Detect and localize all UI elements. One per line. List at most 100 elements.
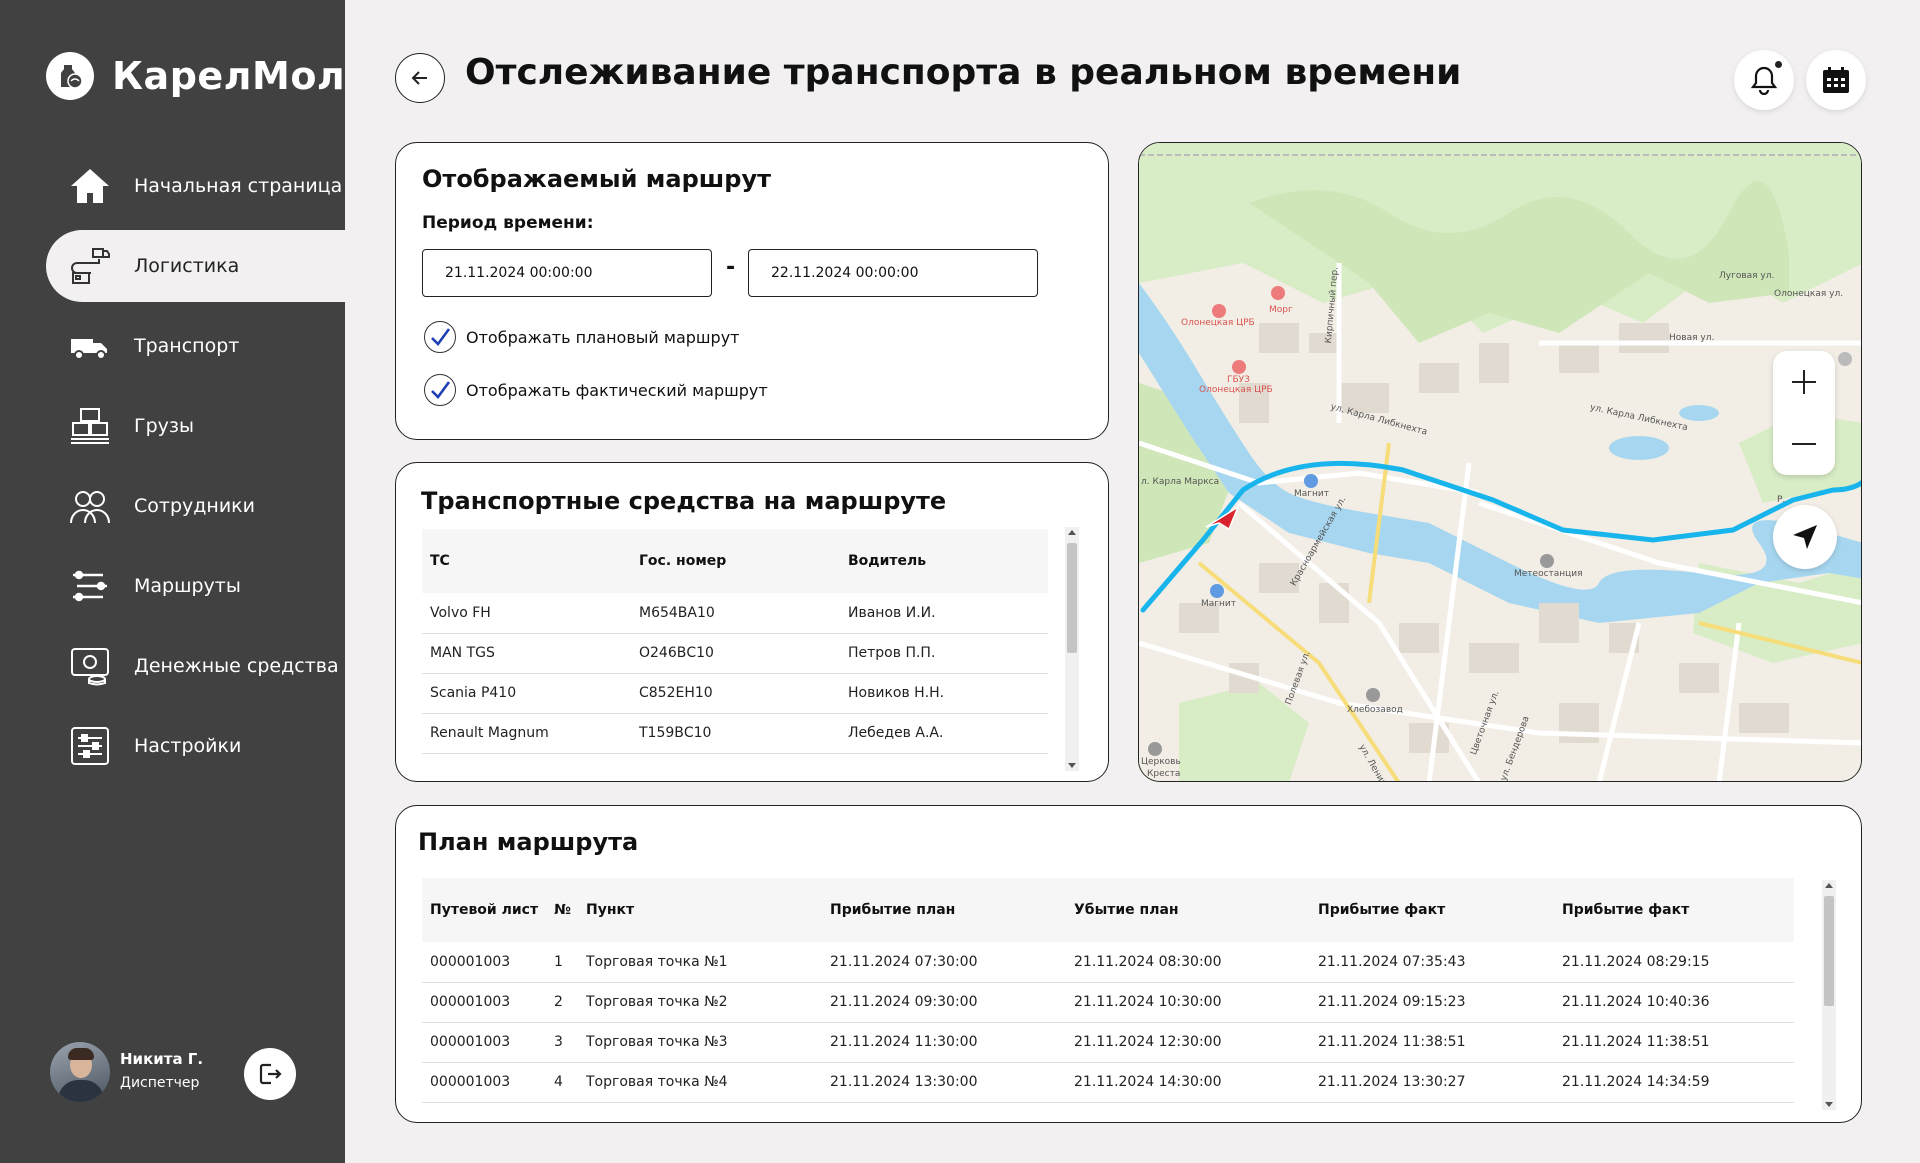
table-cell: 21.11.2024 14:34:59 [1554, 1062, 1794, 1103]
sidebar-item-logistics[interactable]: Логистика [46, 230, 345, 302]
scrollbar-thumb[interactable] [1824, 896, 1834, 1006]
logout-button[interactable] [244, 1048, 296, 1100]
table-cell: 000001003 [422, 1022, 546, 1063]
app-logo[interactable]: КарелМол [46, 52, 345, 100]
money-icon [68, 644, 112, 688]
date-from-input[interactable]: 21.11.2024 00:00:00 [422, 249, 712, 297]
employees-icon [68, 484, 112, 528]
route-card-title: Отображаемый маршрут [422, 165, 771, 193]
scroll-up-icon[interactable] [1068, 530, 1076, 535]
cargo-icon [68, 404, 112, 448]
table-cell: 21.11.2024 10:30:00 [1066, 982, 1310, 1023]
zoom-in-button[interactable] [1773, 351, 1835, 413]
table-cell: Торговая точка №1 [578, 942, 822, 983]
calendar-button[interactable] [1806, 50, 1866, 110]
plan-scrollbar[interactable] [1822, 880, 1836, 1110]
checkmark-icon [431, 381, 451, 399]
bell-icon [1750, 66, 1778, 95]
sidebar-item-label: Грузы [134, 415, 194, 437]
scroll-up-icon[interactable] [1825, 883, 1833, 888]
map-label: Креста [1147, 769, 1181, 779]
sidebar-item-label: Маршруты [134, 575, 241, 597]
sidebar-item-transport[interactable]: Транспорт [46, 310, 345, 382]
vehicles-scrollbar[interactable] [1065, 527, 1079, 771]
column-header[interactable]: Путевой лист [422, 878, 546, 942]
column-header[interactable]: № [546, 878, 578, 942]
table-cell: 4 [546, 1062, 578, 1103]
table-cell: 2 [546, 982, 578, 1023]
user-name: Никита Г. [120, 1050, 204, 1068]
table-cell: 21.11.2024 07:30:00 [822, 942, 1066, 983]
sidebar-item-home[interactable]: Начальная страница [46, 150, 345, 222]
app-name: КарелМол [112, 54, 346, 98]
checkbox[interactable] [424, 374, 456, 406]
truck-icon [68, 324, 112, 368]
user-profile[interactable]: Никита Г. Диспетчер [50, 1040, 330, 1102]
calendar-icon [1823, 67, 1849, 93]
table-cell: 21.11.2024 08:29:15 [1554, 942, 1794, 983]
table-cell: 21.11.2024 10:40:36 [1554, 982, 1794, 1023]
sidebar: КарелМол Начальная страница Логистика Тр… [0, 0, 345, 1163]
map-label: Новая ул. [1669, 333, 1715, 343]
period-label: Период времени: [422, 213, 594, 233]
show-actual-route-checkbox[interactable]: Отображать фактический маршрут [424, 374, 768, 406]
milk-logo-icon [46, 52, 94, 100]
column-header[interactable]: Прибытие план [822, 878, 1066, 942]
table-cell: Renault Magnum [422, 713, 631, 754]
sidebar-item-employees[interactable]: Сотрудники [46, 470, 345, 542]
scroll-down-icon[interactable] [1825, 1102, 1833, 1107]
zoom-out-button[interactable] [1773, 413, 1835, 475]
column-header[interactable]: Прибытие факт [1554, 878, 1794, 942]
table-cell: 21.11.2024 13:30:27 [1310, 1062, 1554, 1103]
table-cell: Торговая точка №2 [578, 982, 822, 1023]
table-row[interactable]: Scania P410 С852ЕН10 Новиков Н.Н. [422, 673, 1048, 714]
column-header[interactable]: Гос. номер [631, 529, 840, 593]
column-header[interactable]: ТС [422, 529, 631, 593]
table-cell: Иванов И.И. [840, 593, 1048, 634]
table-row[interactable]: Renault Magnum Т159ВС10 Лебедев А.А. [422, 713, 1048, 754]
sidebar-item-cargo[interactable]: Грузы [46, 390, 345, 462]
vehicle-marker-icon[interactable] [1205, 505, 1240, 531]
sidebar-item-label: Начальная страница [134, 175, 343, 197]
table-cell: Т159ВС10 [631, 713, 840, 754]
show-planned-route-checkbox[interactable]: Отображать плановый маршрут [424, 321, 740, 353]
table-row[interactable]: 000001003 3 Торговая точка №3 21.11.2024… [422, 1022, 1794, 1063]
tracking-map[interactable]: Олонецкая ЦРБ Морг ГБУЗ Олонецкая ЦРБ Ки… [1138, 142, 1862, 782]
scroll-down-icon[interactable] [1068, 763, 1076, 768]
table-row[interactable]: 000001003 2 Торговая точка №2 21.11.2024… [422, 982, 1794, 1023]
vehicles-table: ТС Гос. номер Водитель Volvo FH М654ВА10… [422, 529, 1048, 765]
routes-icon [68, 564, 112, 608]
map-label: Олонецкая ЦРБ [1181, 318, 1255, 328]
notification-dot [1775, 61, 1782, 68]
minus-icon [1792, 443, 1816, 445]
table-row[interactable]: Volvo FH М654ВА10 Иванов И.И. [422, 593, 1048, 634]
scrollbar-thumb[interactable] [1067, 543, 1077, 653]
zoom-controls [1773, 351, 1835, 475]
table-cell: 000001003 [422, 1062, 546, 1103]
column-header[interactable]: Водитель [840, 529, 1048, 593]
notifications-button[interactable] [1734, 50, 1794, 110]
column-header[interactable]: Убытие план [1066, 878, 1310, 942]
sidebar-item-money[interactable]: Денежные средства [46, 630, 345, 702]
table-row[interactable]: MAN TGS О246ВС10 Петров П.П. [422, 633, 1048, 674]
vehicles-card-title: Транспортные средства на маршруте [421, 487, 947, 515]
checkbox[interactable] [424, 321, 456, 353]
my-location-button[interactable] [1773, 505, 1837, 569]
checkbox-label: Отображать плановый маршрут [466, 327, 740, 347]
table-row[interactable]: 000001003 4 Торговая точка №4 21.11.2024… [422, 1062, 1794, 1103]
column-header[interactable]: Прибытие факт [1310, 878, 1554, 942]
date-to-input[interactable]: 22.11.2024 00:00:00 [748, 249, 1038, 297]
back-button[interactable] [395, 53, 445, 103]
sidebar-item-label: Настройки [134, 735, 242, 757]
sidebar-item-settings[interactable]: Настройки [46, 710, 345, 782]
checkbox-label: Отображать фактический маршрут [466, 380, 768, 400]
table-cell: 21.11.2024 09:30:00 [822, 982, 1066, 1023]
table-cell: 1 [546, 942, 578, 983]
column-header[interactable]: Пункт [578, 878, 822, 942]
table-row[interactable]: 000001003 1 Торговая точка №1 21.11.2024… [422, 942, 1794, 983]
sidebar-item-routes[interactable]: Маршруты [46, 550, 345, 622]
table-cell: Петров П.П. [840, 633, 1048, 674]
table-cell: Торговая точка №3 [578, 1022, 822, 1063]
table-cell: 21.11.2024 09:15:23 [1310, 982, 1554, 1023]
navigation-arrow-icon [1793, 525, 1817, 549]
